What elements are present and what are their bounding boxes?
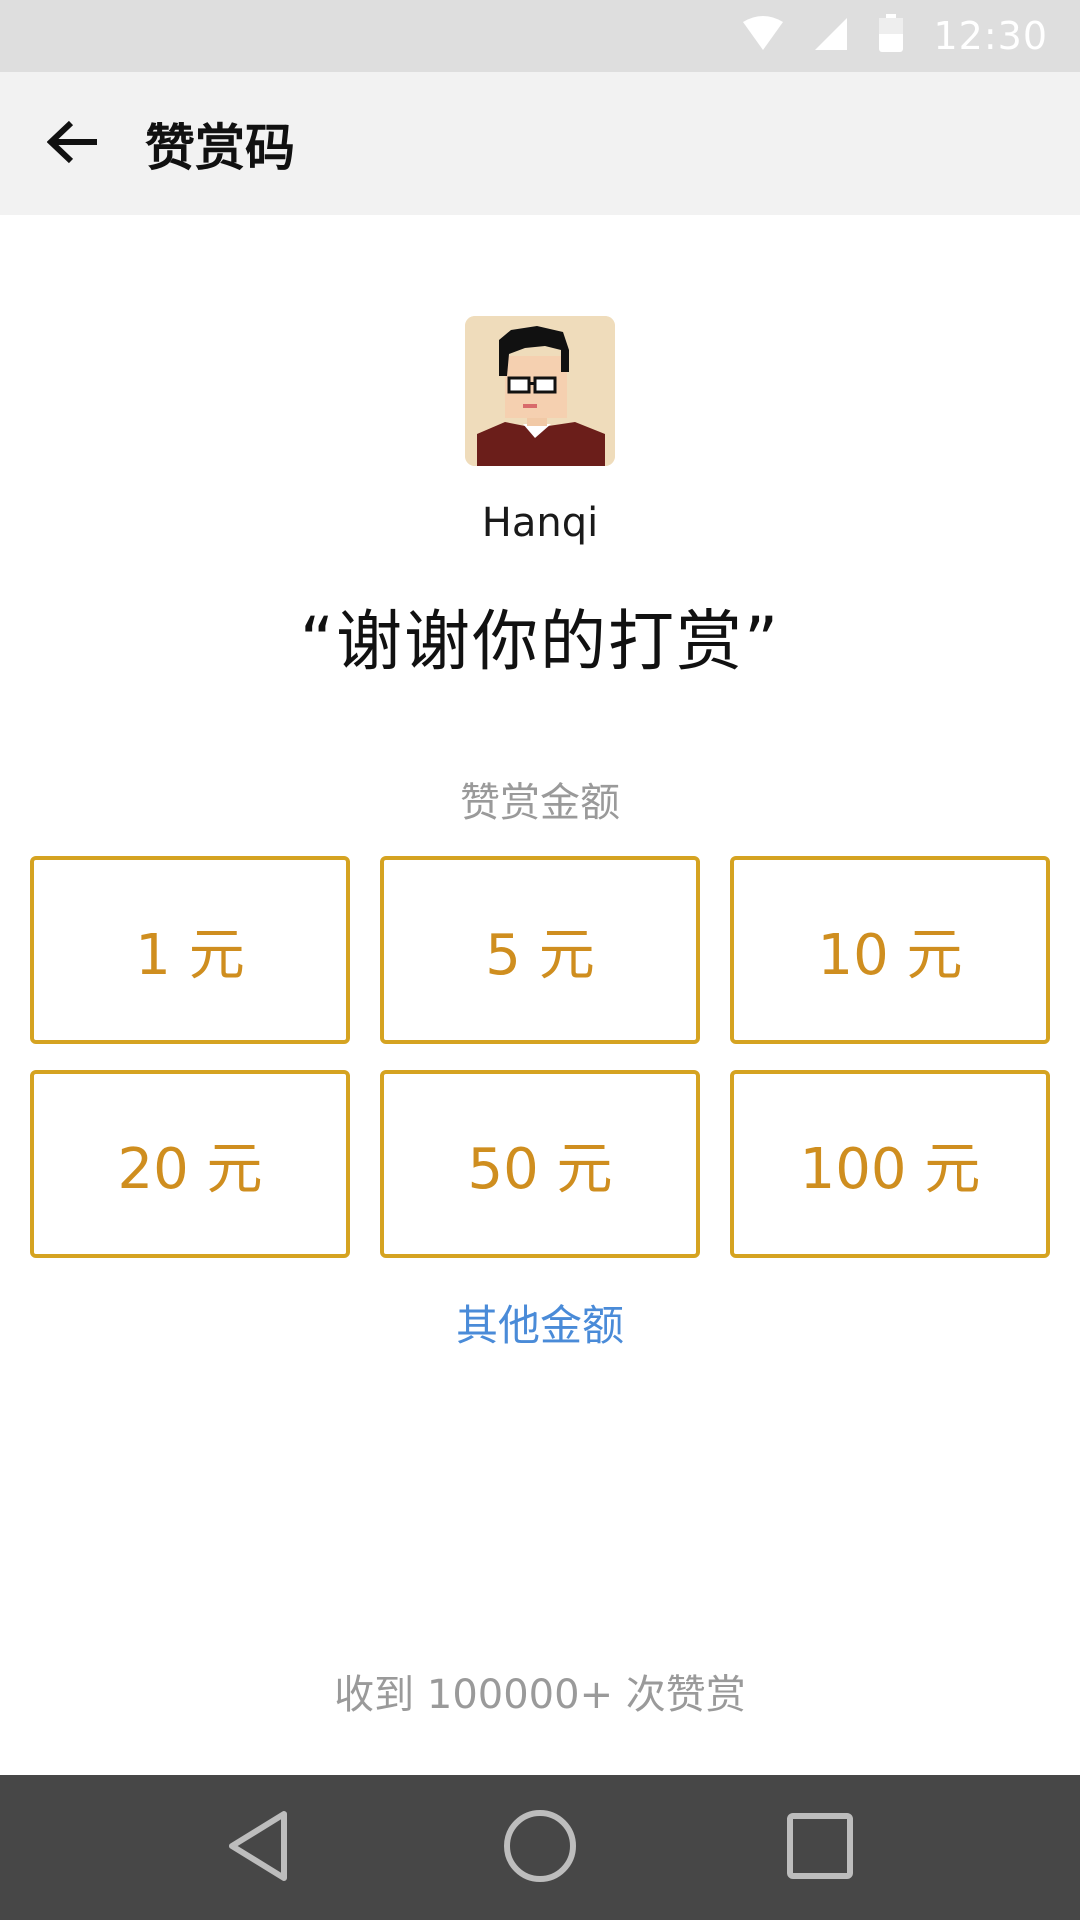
arrow-left-icon	[46, 120, 99, 168]
amount-option-10[interactable]: 10 元	[730, 856, 1050, 1044]
page-title: 赞赏码	[145, 118, 295, 177]
received-count: 收到 100000+ 次赞赏	[334, 1672, 746, 1718]
status-bar: 12:30	[0, 0, 1080, 72]
amount-option-100[interactable]: 100 元	[730, 1070, 1050, 1258]
other-amount-link[interactable]: 其他金额	[0, 1292, 1080, 1353]
home-circle-icon	[500, 1806, 580, 1890]
amount-label: 赞赏金额	[460, 780, 620, 826]
nav-home-button[interactable]	[480, 1788, 600, 1908]
navigation-bar	[0, 1775, 1080, 1920]
amount-option-1[interactable]: 1 元	[30, 856, 350, 1044]
username: Hanqi	[481, 500, 599, 546]
amount-option-50[interactable]: 50 元	[380, 1070, 700, 1258]
amount-option-5[interactable]: 5 元	[380, 856, 700, 1044]
app-bar: 赞赏码	[0, 72, 1080, 215]
recents-square-icon	[780, 1806, 860, 1890]
signal-icon	[813, 16, 849, 56]
amount-option-20[interactable]: 20 元	[30, 1070, 350, 1258]
screen: 12:30 赞赏码 Hanqi “谢谢你的打赏” 赞赏金额 1 元 5 元 10…	[0, 0, 1080, 1920]
avatar-image	[465, 316, 615, 466]
nav-back-button[interactable]	[200, 1788, 320, 1908]
nav-recents-button[interactable]	[760, 1788, 880, 1908]
thank-you-message: “谢谢你的打赏”	[299, 603, 781, 680]
status-time: 12:30	[933, 14, 1048, 58]
avatar	[465, 316, 615, 466]
battery-icon	[877, 14, 905, 58]
wifi-icon	[741, 16, 785, 56]
back-triangle-icon	[220, 1806, 300, 1890]
amount-grid: 1 元 5 元 10 元 20 元 50 元 100 元	[30, 856, 1050, 1258]
back-button[interactable]	[0, 72, 145, 215]
